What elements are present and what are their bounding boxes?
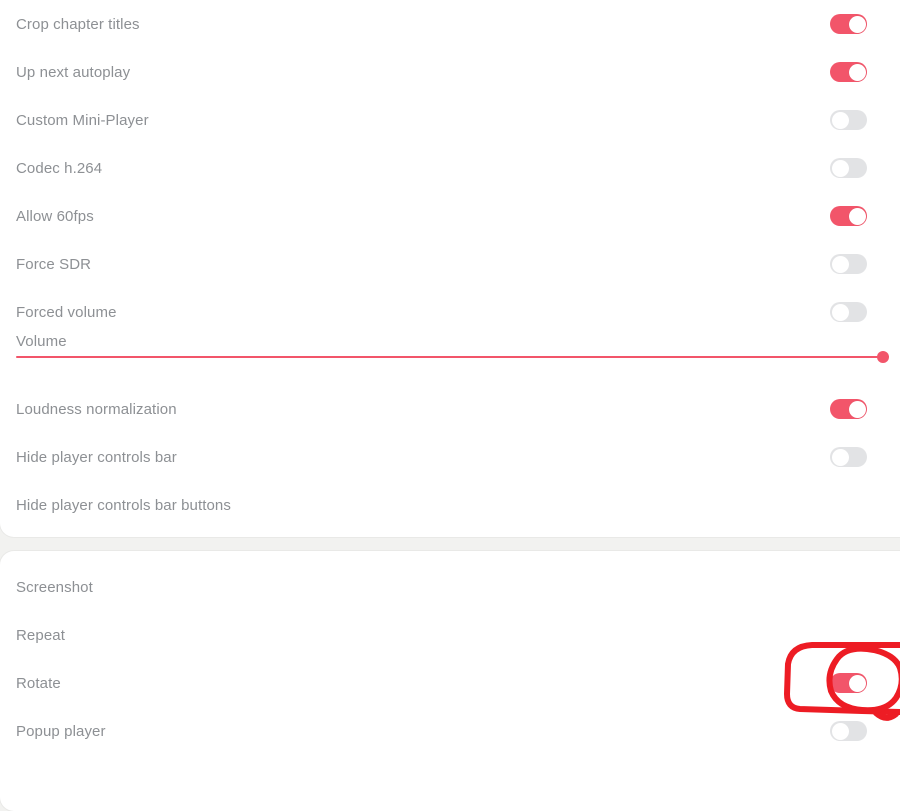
volume-label: Volume — [16, 333, 67, 350]
toggle-popup-player[interactable] — [830, 721, 867, 741]
setting-row-crop-chapter-titles[interactable]: Crop chapter titles — [0, 0, 900, 48]
setting-row-popup-player[interactable]: Popup player — [0, 707, 900, 755]
volume-slider-thumb[interactable] — [877, 351, 889, 363]
toggle-hide-player-controls-bar[interactable] — [830, 447, 867, 467]
setting-label: Repeat — [16, 626, 65, 644]
setting-row-custom-mini-player[interactable]: Custom Mini-Player — [0, 96, 900, 144]
toggle-forced-volume[interactable] — [830, 302, 867, 322]
setting-row-volume[interactable]: Volume — [0, 332, 900, 380]
setting-row-hide-player-controls-bar[interactable]: Hide player controls bar — [0, 433, 900, 481]
toggle-knob — [831, 448, 849, 466]
setting-row-repeat[interactable]: Repeat — [0, 611, 900, 659]
toggle-knob — [848, 15, 866, 33]
setting-row-codec-h264[interactable]: Codec h.264 — [0, 144, 900, 192]
setting-label: Loudness normalization — [16, 400, 177, 418]
toggle-knob — [848, 400, 866, 418]
setting-row-forced-volume[interactable]: Forced volume — [0, 288, 900, 336]
volume-slider-track[interactable] — [16, 356, 884, 358]
setting-label: Force SDR — [16, 255, 92, 273]
toggle-knob — [848, 63, 866, 81]
toggle-rotate[interactable] — [830, 673, 867, 693]
toggle-up-next-autoplay[interactable] — [830, 62, 867, 82]
setting-label: Hide player controls bar buttons — [16, 496, 231, 514]
setting-label: Hide player controls bar — [16, 448, 177, 466]
toggle-codec-h264[interactable] — [830, 158, 867, 178]
setting-label: Codec h.264 — [16, 159, 103, 177]
toggle-knob — [848, 674, 866, 692]
toggle-knob — [831, 722, 849, 740]
setting-row-hide-player-controls-bar-buttons[interactable]: Hide player controls bar buttons — [0, 481, 900, 529]
setting-label: Crop chapter titles — [16, 15, 140, 33]
toggle-knob — [848, 207, 866, 225]
setting-row-allow-60fps[interactable]: Allow 60fps — [0, 192, 900, 240]
setting-row-loudness-normalization[interactable]: Loudness normalization — [0, 385, 900, 433]
settings-screen: Crop chapter titles Up next autoplay Cus… — [0, 0, 900, 811]
toggle-loudness-normalization[interactable] — [830, 399, 867, 419]
toggle-knob — [831, 255, 849, 273]
setting-label: Forced volume — [16, 303, 117, 321]
toggle-knob — [831, 303, 849, 321]
setting-label: Allow 60fps — [16, 207, 94, 225]
toggle-force-sdr[interactable] — [830, 254, 867, 274]
toggle-custom-mini-player[interactable] — [830, 110, 867, 130]
setting-row-rotate[interactable]: Rotate — [0, 659, 900, 707]
setting-label: Popup player — [16, 722, 106, 740]
setting-label: Up next autoplay — [16, 63, 131, 81]
setting-label: Screenshot — [16, 578, 93, 596]
setting-label: Custom Mini-Player — [16, 111, 149, 129]
setting-label: Rotate — [16, 674, 61, 692]
toggle-allow-60fps[interactable] — [830, 206, 867, 226]
setting-row-up-next-autoplay[interactable]: Up next autoplay — [0, 48, 900, 96]
toggle-knob — [831, 111, 849, 129]
setting-row-screenshot[interactable]: Screenshot — [0, 563, 900, 611]
toggle-knob — [831, 159, 849, 177]
toggle-crop-chapter-titles[interactable] — [830, 14, 867, 34]
setting-row-force-sdr[interactable]: Force SDR — [0, 240, 900, 288]
